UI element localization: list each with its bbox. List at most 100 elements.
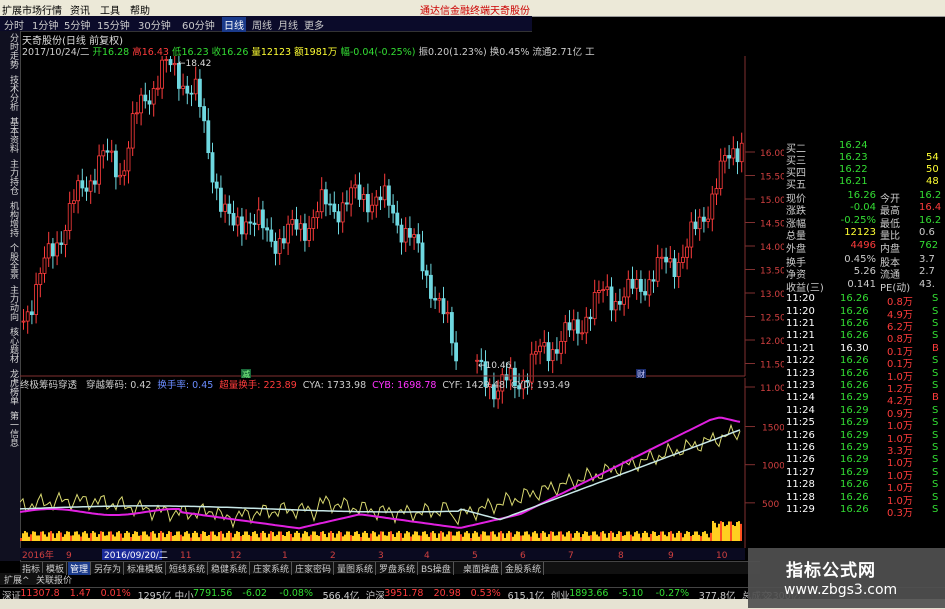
tick-direction: S [932, 466, 939, 478]
tick-row[interactable]: 11:20 16.26 0.8万 S [784, 293, 945, 308]
candle-body [122, 170, 127, 176]
indicator-tab[interactable]: 另存为 [92, 562, 125, 575]
volume-bar [500, 531, 502, 541]
tab-1min[interactable]: 1分钟 [30, 17, 60, 32]
volume-bar [530, 536, 532, 541]
tick-row[interactable]: 11:26 16.29 1.0万 S [784, 454, 945, 469]
tab-60min[interactable]: 60分钟 [180, 17, 217, 32]
sidebar-tab-inst[interactable]: 机构增持 [2, 201, 18, 237]
menu-item-market[interactable]: 扩展市场行情 [2, 2, 62, 17]
indicator-tab[interactable]: 罗盘系统 [377, 562, 419, 575]
tab-fenshi[interactable]: 分时 [2, 17, 26, 32]
tab-15min[interactable]: 15分钟 [95, 17, 132, 32]
volume-bar [412, 534, 414, 541]
stat-row[interactable]: 换手 0.45% 股本 3.7 [784, 254, 945, 269]
volume-bar [92, 531, 94, 541]
bid-row[interactable]: 买二 16.24 [784, 140, 945, 155]
volume-bar [210, 531, 212, 541]
tick-row[interactable]: 11:21 16.26 0.8万 S [784, 330, 945, 345]
stat-row[interactable]: 外盘 4496 内盘 762 [784, 239, 945, 255]
sidebar-tab-fenshi[interactable]: 分时走势 [2, 33, 18, 69]
sidebar-tab-info[interactable]: 第一信息 [2, 411, 18, 447]
volume-bar [642, 532, 644, 541]
tick-price: 16.29 [840, 417, 869, 429]
tick-row[interactable]: 11:23 16.26 1.0万 S [784, 368, 945, 383]
tick-row[interactable]: 11:20 16.26 4.9万 S [784, 306, 945, 321]
tick-row[interactable]: 11:26 16.29 3.3万 S [784, 442, 945, 457]
indicator-tab[interactable]: BS操盘 [419, 562, 454, 575]
tick-row[interactable]: 11:24 16.29 4.2万 B [784, 392, 945, 407]
volume-bar [726, 524, 728, 541]
volume-bar [144, 531, 146, 541]
stat-row[interactable]: 涨跌 -0.04 最高 16.4 [784, 202, 945, 217]
tick-row[interactable]: 11:24 16.29 0.9万 S [784, 405, 945, 420]
candle-body [710, 193, 715, 220]
menu-item-help[interactable]: 帮助 [130, 2, 150, 17]
indicator-tab[interactable]: 桌面操盘 [461, 562, 503, 575]
indicator-tab[interactable]: 庄家系统 [251, 562, 293, 575]
volume-bar [418, 535, 420, 541]
tab-monthly[interactable]: 月线 [276, 17, 300, 32]
chart-annotations: ←18.42←10.46减财 [178, 59, 646, 379]
sidebar-tab-dragon[interactable]: 龙虎榜单 [2, 369, 18, 405]
indicator-value-4: CYB: 1698.78 [372, 380, 437, 391]
bid-row[interactable]: 买三 16.23 54 [784, 152, 945, 167]
indicator-tab[interactable]: 金股系统 [503, 562, 545, 575]
price-axis-label: 11.50 [760, 361, 785, 371]
menu-item-tools[interactable]: 工具 [100, 2, 120, 17]
tab-daily[interactable]: 日线 [222, 17, 246, 32]
bid-price: 16.22 [839, 164, 868, 175]
sidebar-tab-holdings[interactable]: 主力持仓 [2, 159, 18, 195]
candle-body [181, 85, 186, 89]
volume-bar [238, 532, 240, 541]
sidebar-tab-topics[interactable]: 核心题材 [2, 327, 18, 363]
tick-row[interactable]: 11:28 16.26 1.0万 S [784, 492, 945, 507]
volume-bar [152, 531, 154, 541]
sidebar-tab-panorama[interactable]: 个股全景 [2, 243, 18, 279]
indicator-tab[interactable]: 庄家密码 [293, 562, 335, 575]
price-chart[interactable]: 16.00 15.50 15.00 14.50 14.00 13.50 13.00 12.50… [20, 56, 785, 561]
tab-5min[interactable]: 5分钟 [62, 17, 92, 32]
sidebar-tab-tech[interactable]: 技术分析 [2, 75, 18, 111]
time-cursor-label: 2016/09/20/二 [104, 551, 168, 561]
tick-row[interactable]: 11:21 16.30 0.1万 B [784, 343, 945, 358]
indicator-tab[interactable]: 标准模板 [125, 562, 167, 575]
tick-row[interactable]: 11:25 16.29 1.0万 S [784, 417, 945, 432]
tick-row[interactable]: 11:27 16.29 1.0万 S [784, 466, 945, 482]
stat-value: 4496 [850, 239, 876, 251]
stat-row[interactable]: 净资 5.26 流通 2.7 [784, 266, 945, 281]
candle-body [660, 256, 664, 259]
tick-row[interactable]: 11:29 16.26 0.3万 S [784, 504, 945, 519]
volume-bar [350, 535, 352, 541]
tick-row[interactable]: 11:23 16.26 1.2万 S [784, 380, 945, 395]
indicator-tab[interactable]: 稳健系统 [209, 562, 251, 575]
sidebar-tab-profile[interactable]: 基本资料 [2, 117, 18, 153]
sidebar-tab-flow[interactable]: 主力动向 [2, 285, 18, 321]
indicator-tab[interactable]: 量图系统 [335, 562, 377, 575]
bid-row[interactable]: 买四 16.22 50 [784, 164, 945, 179]
volume-bar [138, 535, 140, 541]
tick-row[interactable]: 11:26 16.29 1.0万 S [784, 429, 945, 445]
indicator-tab[interactable]: 短线系统 [167, 562, 209, 575]
tick-row[interactable]: 11:22 16.26 0.1万 S [784, 355, 945, 370]
stat-row[interactable]: 现价 16.26 今开 16.2 [784, 190, 945, 205]
bid-row[interactable]: 买五 16.21 48 [784, 176, 945, 191]
ext-tab-related[interactable]: 关联报价 [36, 573, 72, 586]
tab-weekly[interactable]: 周线 [250, 17, 274, 32]
stat-value: 0.141 [847, 278, 876, 290]
candle-body [151, 88, 156, 105]
volume-bar [322, 531, 324, 541]
volume-bar [638, 533, 640, 541]
menu-item-news[interactable]: 资讯 [70, 2, 90, 17]
tab-more[interactable]: 更多 [302, 17, 326, 32]
stat-row[interactable]: 收益(三) 0.141 PE(动) 43. [784, 278, 945, 294]
stat-row[interactable]: 涨幅 -0.25% 最低 16.2 [784, 215, 945, 230]
ext-tab-expand[interactable]: 扩展^ [4, 573, 30, 586]
tick-row[interactable]: 11:28 16.26 1.0万 S [784, 479, 945, 494]
tick-row[interactable]: 11:21 16.26 6.2万 S [784, 318, 945, 333]
tick-time: 11:24 [786, 392, 815, 404]
stat-label: 收益(三) [786, 282, 824, 294]
tab-30min[interactable]: 30分钟 [136, 17, 173, 32]
stat-row[interactable]: 总量 12123 量比 0.6 [784, 227, 945, 242]
tick-price: 16.29 [840, 429, 869, 441]
